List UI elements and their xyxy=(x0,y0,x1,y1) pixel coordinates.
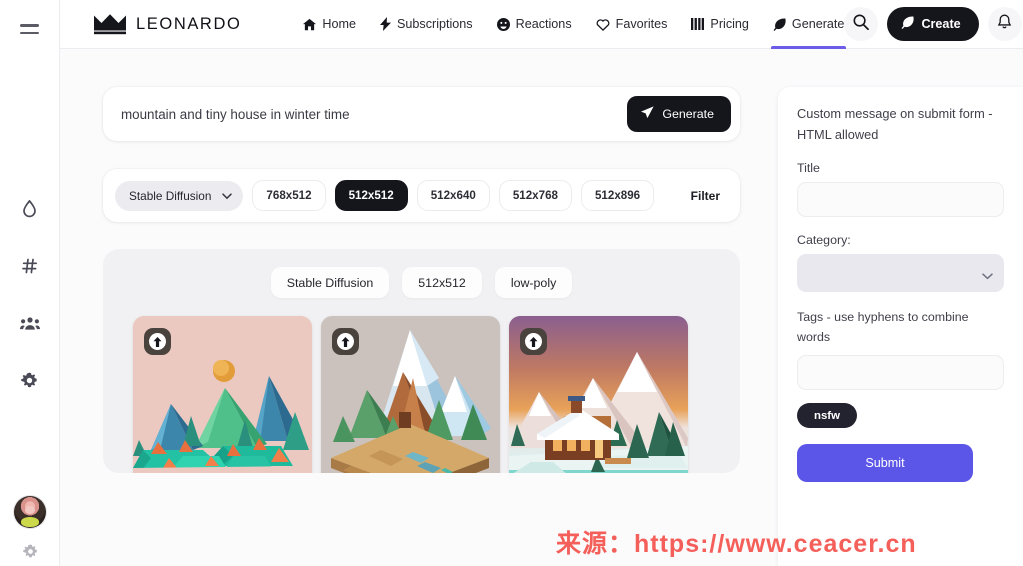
heart-icon xyxy=(596,18,610,31)
size-option-512x768[interactable]: 512x768 xyxy=(498,180,572,211)
title-input[interactable] xyxy=(797,182,1004,218)
droplet-icon[interactable] xyxy=(17,196,43,222)
app-root: LEONARDO Home Subscriptions Reactions Fa… xyxy=(0,0,1023,566)
gear-icon[interactable] xyxy=(17,367,43,393)
home-icon xyxy=(303,18,317,31)
nav-item-generate[interactable]: Generate xyxy=(770,0,846,49)
chip-style[interactable]: low-poly xyxy=(494,267,573,298)
top-header: LEONARDO Home Subscriptions Reactions Fa… xyxy=(60,0,1023,49)
tags-label: Tags - use hyphens to combine words xyxy=(797,310,969,345)
model-select-value: Stable Diffusion xyxy=(129,188,212,203)
nav-item-home[interactable]: Home xyxy=(303,0,356,49)
custom-message: Custom message on submit form - HTML all… xyxy=(797,106,993,142)
nav-label: Reactions xyxy=(515,17,572,31)
feather-icon xyxy=(901,16,915,32)
size-option-512x896[interactable]: 512x896 xyxy=(580,180,655,211)
chevron-down-icon xyxy=(222,189,233,203)
bell-icon xyxy=(997,13,1012,35)
nsfw-tag[interactable]: nsfw xyxy=(797,403,857,429)
users-icon[interactable] xyxy=(17,310,43,336)
nav-label: Subscriptions xyxy=(397,17,473,31)
prompt-input[interactable] xyxy=(121,106,628,122)
crown-icon xyxy=(93,13,127,35)
category-label: Category: xyxy=(797,233,851,248)
nav-label: Generate xyxy=(791,17,845,31)
search-icon xyxy=(853,14,870,35)
main-content: Generate Stable Diffusion 768x512 512x51… xyxy=(60,49,1023,566)
gear-icon[interactable] xyxy=(17,538,43,564)
brand-logo[interactable]: LEONARDO xyxy=(93,13,241,35)
bolt-icon xyxy=(380,17,391,31)
thumbnail-low-poly-mountains-pink[interactable] xyxy=(133,316,312,473)
size-option-768x512[interactable]: 768x512 xyxy=(252,180,326,211)
title-label: Title xyxy=(797,161,820,176)
tags-input[interactable] xyxy=(797,355,1004,391)
generate-button[interactable]: Generate xyxy=(627,96,731,132)
nav-item-subscriptions[interactable]: Subscriptions xyxy=(380,0,473,49)
size-option-512x512[interactable]: 512x512 xyxy=(334,180,408,211)
feather-icon xyxy=(773,17,786,31)
upload-arrow-icon[interactable] xyxy=(144,328,171,355)
notifications-button[interactable] xyxy=(987,7,1022,41)
left-rail xyxy=(0,0,60,566)
category-select[interactable] xyxy=(797,254,1004,293)
hash-icon[interactable] xyxy=(17,253,43,279)
chip-size[interactable]: 512x512 xyxy=(402,267,482,298)
filter-button[interactable]: Filter xyxy=(685,183,726,209)
search-button[interactable] xyxy=(844,7,879,41)
nav-label: Home xyxy=(322,17,356,31)
nav-item-reactions[interactable]: Reactions xyxy=(496,0,572,49)
chip-model[interactable]: Stable Diffusion xyxy=(270,267,390,298)
nav-item-pricing[interactable]: Pricing xyxy=(691,0,749,49)
size-option-512x640[interactable]: 512x640 xyxy=(416,180,490,211)
bars-icon xyxy=(691,18,705,30)
category-select-wrap xyxy=(797,254,1004,293)
rail-bottom xyxy=(0,496,60,566)
generation-column: Generate Stable Diffusion 768x512 512x51… xyxy=(60,49,763,566)
smiley-icon xyxy=(496,17,510,31)
nav-label: Favorites xyxy=(615,17,668,31)
model-select[interactable]: Stable Diffusion xyxy=(115,180,244,211)
results-panel: Stable Diffusion 512x512 low-poly xyxy=(103,249,740,473)
result-chips: Stable Diffusion 512x512 low-poly xyxy=(103,267,740,298)
create-button[interactable]: Create xyxy=(887,7,979,41)
user-avatar[interactable] xyxy=(14,496,46,528)
submit-button[interactable]: Submit xyxy=(797,444,973,483)
hamburger-menu-icon[interactable] xyxy=(13,12,47,46)
nav-label: Pricing xyxy=(710,17,749,31)
rail-icon-list xyxy=(17,196,43,393)
thumbnail-winter-cabin-sunset[interactable] xyxy=(509,316,688,473)
nav-item-favorites[interactable]: Favorites xyxy=(596,0,668,49)
main-nav: Home Subscriptions Reactions Favorites P… xyxy=(303,0,846,49)
create-button-label: Create xyxy=(921,17,961,31)
header-actions: Create 4 xyxy=(844,7,1023,41)
result-thumbnails xyxy=(103,298,740,473)
filter-bar: Stable Diffusion 768x512 512x512 512x640… xyxy=(103,169,740,222)
upload-arrow-icon[interactable] xyxy=(332,328,359,355)
submit-form-panel: Custom message on submit form - HTML all… xyxy=(778,87,1023,566)
send-icon xyxy=(641,106,654,122)
upload-arrow-icon[interactable] xyxy=(520,328,547,355)
generate-button-label: Generate xyxy=(662,107,714,121)
thumbnail-isometric-mountain-diorama[interactable] xyxy=(321,316,500,473)
brand-name: LEONARDO xyxy=(136,14,242,33)
prompt-card: Generate xyxy=(103,87,740,141)
